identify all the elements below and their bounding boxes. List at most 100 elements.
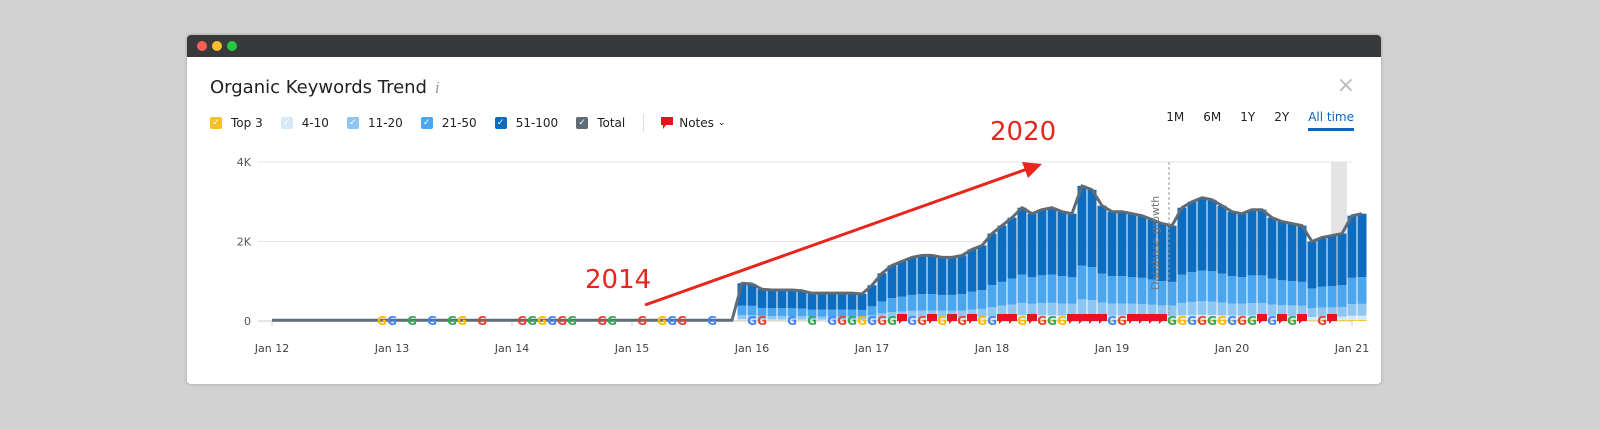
- google-update-icon[interactable]: G: [1227, 314, 1237, 328]
- bar-51-100: [897, 261, 907, 297]
- google-update-icon[interactable]: G: [1247, 314, 1257, 328]
- note-marker-icon[interactable]: [927, 314, 937, 324]
- bar-51-100: [977, 245, 987, 291]
- google-update-icon[interactable]: G: [1287, 314, 1297, 328]
- bar-51-100: [1287, 223, 1297, 282]
- bar-11-20: [1257, 303, 1267, 316]
- google-update-icon[interactable]: G: [457, 314, 467, 328]
- note-marker-icon[interactable]: [1297, 314, 1307, 324]
- note-marker-icon[interactable]: [1097, 314, 1107, 324]
- google-update-icon[interactable]: G: [847, 314, 857, 328]
- google-update-icon[interactable]: G: [1057, 314, 1067, 328]
- google-update-icon[interactable]: G: [877, 314, 887, 328]
- google-update-icon[interactable]: G: [887, 314, 897, 328]
- google-update-icon[interactable]: G: [597, 314, 607, 328]
- bar-21-50: [1107, 276, 1117, 304]
- google-update-icon[interactable]: G: [907, 314, 917, 328]
- google-update-icon[interactable]: G: [1187, 314, 1197, 328]
- google-update-icon[interactable]: G: [937, 314, 947, 328]
- arrow-head-icon: [1022, 162, 1042, 178]
- note-marker-icon[interactable]: [1067, 314, 1077, 324]
- google-update-icon[interactable]: G: [837, 314, 847, 328]
- bar-51-100: [987, 233, 997, 286]
- bar-4-10: [1347, 315, 1357, 320]
- google-update-icon[interactable]: G: [787, 314, 797, 328]
- bar-51-100: [1187, 201, 1197, 273]
- google-update-icon[interactable]: G: [477, 314, 487, 328]
- google-update-icon[interactable]: G: [637, 314, 647, 328]
- google-update-icon[interactable]: G: [1117, 314, 1127, 328]
- google-update-icon[interactable]: G: [1037, 314, 1047, 328]
- google-update-icon[interactable]: G: [427, 314, 437, 328]
- bar-51-100: [777, 289, 787, 309]
- google-update-icon[interactable]: G: [1017, 314, 1027, 328]
- bar-21-50: [1047, 274, 1057, 303]
- note-marker-icon[interactable]: [1127, 314, 1137, 324]
- note-marker-icon[interactable]: [1257, 314, 1267, 324]
- note-marker-icon[interactable]: [1277, 314, 1287, 324]
- google-update-icon[interactable]: G: [1047, 314, 1057, 328]
- google-update-icon[interactable]: G: [1217, 314, 1227, 328]
- note-marker-icon[interactable]: [997, 314, 1007, 324]
- bar-11-20: [1337, 307, 1347, 317]
- google-update-icon[interactable]: G: [757, 314, 767, 328]
- note-marker-icon[interactable]: [967, 314, 977, 324]
- google-update-icon[interactable]: G: [977, 314, 987, 328]
- google-update-icon[interactable]: G: [537, 314, 547, 328]
- google-update-icon[interactable]: G: [1107, 314, 1117, 328]
- google-update-icon[interactable]: G: [447, 314, 457, 328]
- bar-51-100: [1087, 189, 1097, 268]
- bar-51-100: [827, 293, 837, 310]
- google-update-icon[interactable]: G: [747, 314, 757, 328]
- bar-4-10: [737, 319, 747, 321]
- google-update-icon[interactable]: G: [547, 314, 557, 328]
- bar-21-50: [1187, 272, 1197, 302]
- bar-21-50: [1307, 288, 1317, 309]
- google-update-icon[interactable]: G: [557, 314, 567, 328]
- google-update-icon[interactable]: G: [987, 314, 997, 328]
- google-update-icon[interactable]: G: [667, 314, 677, 328]
- google-update-icon[interactable]: G: [917, 314, 927, 328]
- google-update-icon[interactable]: G: [517, 314, 527, 328]
- bar-4-10: [817, 319, 827, 321]
- note-marker-icon[interactable]: [947, 314, 957, 324]
- note-marker-icon[interactable]: [897, 314, 907, 324]
- x-tick-label: Jan 18: [974, 342, 1009, 355]
- google-update-icon[interactable]: G: [1197, 314, 1207, 328]
- note-marker-icon[interactable]: [1137, 314, 1147, 324]
- google-update-icon[interactable]: G: [377, 314, 387, 328]
- note-marker-icon[interactable]: [1157, 314, 1167, 324]
- google-update-icon[interactable]: G: [677, 314, 687, 328]
- bar-51-100: [907, 257, 917, 295]
- google-update-icon[interactable]: G: [607, 314, 617, 328]
- google-update-icon[interactable]: G: [527, 314, 537, 328]
- note-marker-icon[interactable]: [1147, 314, 1157, 324]
- google-update-icon[interactable]: G: [657, 314, 667, 328]
- bar-21-50: [1197, 270, 1207, 302]
- google-update-icon[interactable]: G: [857, 314, 867, 328]
- google-update-icon[interactable]: G: [1177, 314, 1187, 328]
- bar-21-50: [1247, 275, 1257, 304]
- google-update-icon[interactable]: G: [1167, 314, 1177, 328]
- google-update-icon[interactable]: G: [807, 314, 817, 328]
- bar-11-20: [1127, 303, 1137, 316]
- google-update-icon[interactable]: G: [1237, 314, 1247, 328]
- google-update-icon[interactable]: G: [1207, 314, 1217, 328]
- bar-51-100: [1107, 211, 1117, 277]
- note-marker-icon[interactable]: [1087, 314, 1097, 324]
- note-marker-icon[interactable]: [1327, 314, 1337, 324]
- note-marker-icon[interactable]: [1077, 314, 1087, 324]
- google-update-icon[interactable]: G: [867, 314, 877, 328]
- bar-11-20: [1097, 302, 1107, 316]
- google-update-icon[interactable]: G: [567, 314, 577, 328]
- google-update-icon[interactable]: G: [957, 314, 967, 328]
- google-update-icon[interactable]: G: [407, 314, 417, 328]
- note-marker-icon[interactable]: [1027, 314, 1037, 324]
- bar-51-100: [757, 289, 767, 308]
- note-marker-icon[interactable]: [1007, 314, 1017, 324]
- google-update-icon[interactable]: G: [1267, 314, 1277, 328]
- google-update-icon[interactable]: G: [707, 314, 717, 328]
- google-update-icon[interactable]: G: [387, 314, 397, 328]
- google-update-icon[interactable]: G: [1317, 314, 1327, 328]
- google-update-icon[interactable]: G: [827, 314, 837, 328]
